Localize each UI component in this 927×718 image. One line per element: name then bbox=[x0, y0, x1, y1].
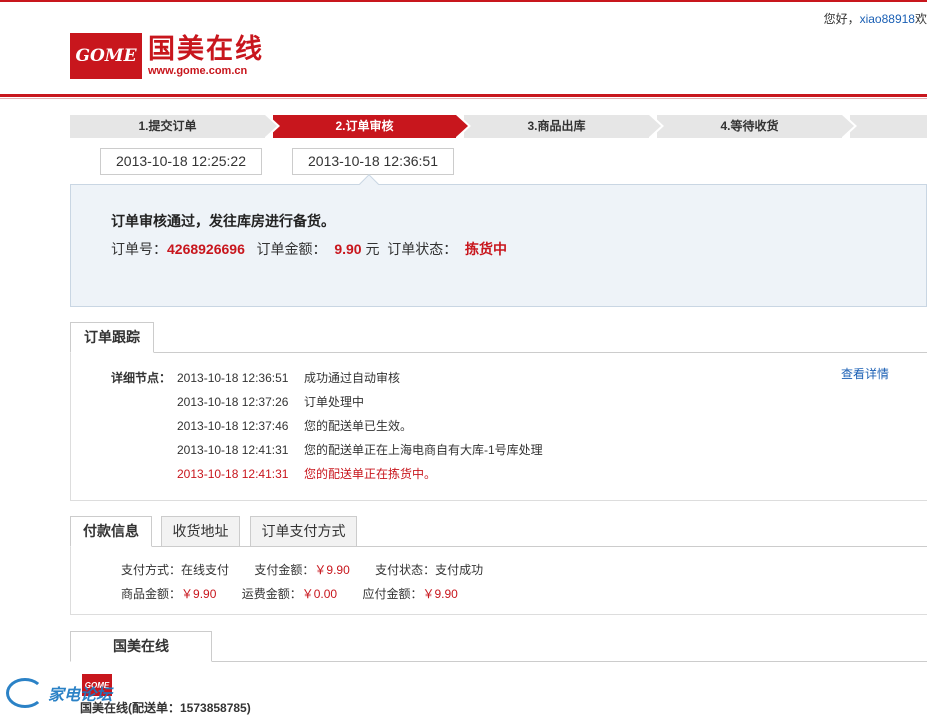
pay-amount-label: 支付金额： bbox=[254, 563, 315, 577]
order-progress-steps: 1.提交订单 2.订单审核 3.商品出库 4.等待收货 bbox=[70, 115, 927, 138]
forum-watermark: 家电论坛 bbox=[6, 678, 112, 708]
step-time-submit: 2013-10-18 12:25:22 bbox=[100, 148, 262, 175]
step-order-review: 2.订单审核 bbox=[273, 115, 471, 138]
shipping-fee-label: 运费金额： bbox=[241, 587, 302, 601]
step-label: 3.商品出库 bbox=[527, 119, 586, 133]
tracking-text: 您的配送单正在上海电商自有大库-1号库处理 bbox=[304, 443, 543, 457]
step-label: 4.等待收货 bbox=[720, 119, 779, 133]
pay-status-label: 支付状态： bbox=[375, 563, 436, 577]
username-link[interactable]: xiao88918 bbox=[860, 12, 915, 26]
top-accent-line bbox=[0, 0, 927, 2]
logo-name: 国美在线 bbox=[148, 34, 264, 64]
pay-method-label: 支付方式： bbox=[121, 563, 182, 577]
tracking-time: 2013-10-18 12:36:51 bbox=[177, 371, 289, 385]
payment-row-2: 商品金额：￥9.90 运费金额：￥0.00 应付金额：￥9.90 bbox=[121, 585, 458, 602]
due-amount: ￥9.90 bbox=[422, 587, 458, 601]
watermark-logo-icon bbox=[6, 678, 44, 708]
tracking-time: 2013-10-18 12:37:46 bbox=[177, 419, 289, 433]
greeting-prefix: 您好， bbox=[823, 12, 860, 26]
payment-row-1: 支付方式：在线支付 支付金额：￥9.90 支付状态：支付成功 bbox=[121, 561, 483, 578]
tab-payment-info[interactable]: 付款信息 bbox=[70, 516, 152, 547]
tab-order-tracking[interactable]: 订单跟踪 bbox=[70, 322, 154, 353]
shipping-fee: ￥0.00 bbox=[301, 587, 338, 601]
order-number: 4268926696 bbox=[167, 241, 245, 257]
gome-logo[interactable]: GOME 国美在线 www.gome.com.cn bbox=[70, 33, 264, 79]
amount-label: 订单金额： bbox=[256, 241, 327, 257]
tracking-row: 2013-10-18 12:36:51 成功通过自动审核 bbox=[177, 369, 400, 386]
pay-method: 在线支付 bbox=[181, 563, 230, 577]
header-divider-thin bbox=[0, 98, 927, 99]
tracking-time: 2013-10-18 12:41:31 bbox=[177, 443, 289, 457]
tab-shipping-address[interactable]: 收货地址 bbox=[161, 516, 240, 547]
greeting-suffix: 欢 bbox=[914, 12, 927, 26]
tracking-row: 2013-10-18 12:37:46 您的配送单已生效。 bbox=[177, 417, 412, 434]
due-amount-label: 应付金额： bbox=[362, 587, 423, 601]
order-no-label: 订单号： bbox=[111, 241, 167, 257]
tracking-row: 2013-10-18 12:41:31 您的配送单正在上海电商自有大库-1号库处理 bbox=[177, 441, 543, 458]
tracking-time: 2013-10-18 12:37:26 bbox=[177, 395, 289, 409]
step-next bbox=[850, 115, 927, 138]
tracking-text: 您的配送单正在拣货中。 bbox=[304, 467, 437, 481]
header-divider bbox=[0, 94, 927, 97]
tab-gome-online[interactable]: 国美在线 bbox=[70, 631, 212, 662]
tracking-row: 2013-10-18 12:37:26 订单处理中 bbox=[177, 393, 364, 410]
status-label: 订单状态： bbox=[387, 241, 458, 257]
logo-text: 国美在线 www.gome.com.cn bbox=[148, 34, 264, 78]
pay-status: 支付成功 bbox=[435, 563, 484, 577]
logo-url: www.gome.com.cn bbox=[148, 65, 248, 77]
order-status-panel: 订单审核通过，发往库房进行备货。 订单号：4268926696 订单金额： 9.… bbox=[70, 184, 927, 307]
tracking-text: 订单处理中 bbox=[304, 395, 365, 409]
step-label: 1.提交订单 bbox=[138, 119, 197, 133]
logo-badge: GOME bbox=[70, 33, 142, 79]
tracking-tabbar: 订单跟踪 bbox=[70, 321, 927, 353]
step-submit-order: 1.提交订单 bbox=[70, 115, 280, 138]
step-time-review: 2013-10-18 12:36:51 bbox=[292, 148, 454, 175]
step-label: 2.订单审核 bbox=[335, 119, 394, 133]
step-await-delivery: 4.等待收货 bbox=[657, 115, 857, 138]
tracking-time: 2013-10-18 12:41:31 bbox=[177, 467, 289, 481]
pay-amount: ￥9.90 bbox=[314, 563, 350, 577]
goods-amount-label: 商品金额： bbox=[121, 587, 182, 601]
payment-panel: 支付方式：在线支付 支付金额：￥9.90 支付状态：支付成功 商品金额：￥9.9… bbox=[70, 547, 927, 615]
detail-nodes-label: 详细节点： bbox=[111, 371, 172, 385]
watermark-text: 家电论坛 bbox=[48, 687, 113, 704]
status-title: 订单审核通过，发往库房进行备货。 bbox=[111, 213, 335, 229]
order-amount: 9.90 bbox=[334, 241, 362, 257]
tracking-panel: 详细节点： 查看详情 2013-10-18 12:36:51 成功通过自动审核 2… bbox=[70, 353, 927, 501]
amount-unit: 元 bbox=[365, 241, 380, 257]
user-greeting: 您好，xiao88918欢 bbox=[824, 10, 927, 27]
order-status-value: 拣货中 bbox=[465, 241, 508, 257]
tracking-text: 您的配送单已生效。 bbox=[304, 419, 413, 433]
step-goods-out: 3.商品出库 bbox=[464, 115, 664, 138]
payment-tabbar: 付款信息 收货地址 订单支付方式 bbox=[70, 515, 927, 547]
tab-payment-method[interactable]: 订单支付方式 bbox=[250, 516, 357, 547]
tracking-row-current: 2013-10-18 12:41:31 您的配送单正在拣货中。 bbox=[177, 465, 436, 482]
shipment-tabbar: 国美在线 bbox=[70, 630, 927, 662]
status-summary: 订单号：4268926696 订单金额： 9.90 元 订单状态： 拣货中 bbox=[111, 239, 507, 259]
tracking-text: 成功通过自动审核 bbox=[304, 371, 401, 385]
view-details-link[interactable]: 查看详情 bbox=[841, 365, 889, 382]
goods-amount: ￥9.90 bbox=[181, 587, 217, 601]
